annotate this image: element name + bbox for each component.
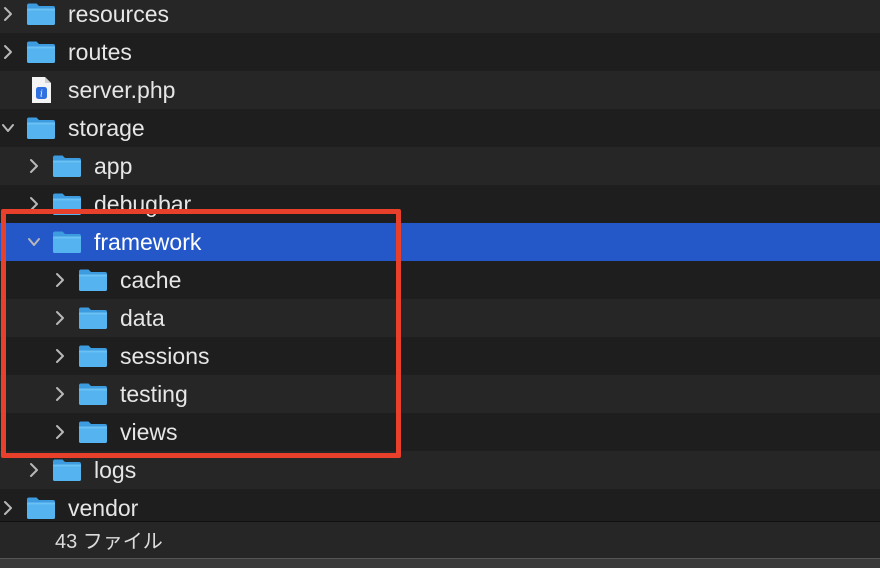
- tree-row-storage[interactable]: storage: [0, 109, 880, 147]
- tree-item-label: data: [120, 305, 165, 331]
- chevron-right-icon[interactable]: [0, 0, 16, 33]
- tree-item-label: routes: [68, 39, 132, 65]
- finder-window: resources routes i server.php storage app debu…: [0, 0, 880, 568]
- tree-item-label: server.php: [68, 77, 176, 103]
- chevron-right-icon[interactable]: [26, 451, 42, 489]
- tree-row-debugbar[interactable]: debugbar: [0, 185, 880, 223]
- tree-row-routes[interactable]: routes: [0, 33, 880, 71]
- folder-icon: [78, 375, 108, 413]
- folder-icon: [26, 109, 56, 147]
- tree-item-label: views: [120, 419, 178, 445]
- file-count-label: 43 ファイル: [55, 531, 163, 553]
- tree-row-views[interactable]: views: [0, 413, 880, 451]
- chevron-right-icon[interactable]: [0, 33, 16, 71]
- folder-icon: [52, 223, 82, 261]
- chevron-right-icon[interactable]: [52, 413, 68, 451]
- chevron-down-icon[interactable]: [26, 223, 42, 261]
- tree-item-label: storage: [68, 115, 145, 141]
- tree-row-cache[interactable]: cache: [0, 261, 880, 299]
- tree-item-label: testing: [120, 381, 188, 407]
- tree-row-framework[interactable]: framework: [0, 223, 880, 261]
- tree-row-server-php[interactable]: i server.php: [0, 71, 880, 109]
- chevron-right-icon[interactable]: [26, 185, 42, 223]
- chevron-right-icon[interactable]: [52, 337, 68, 375]
- folder-icon: [52, 147, 82, 185]
- tree-item-label: app: [94, 153, 133, 179]
- tree-row-resources[interactable]: resources: [0, 0, 880, 33]
- chevron-right-icon[interactable]: [52, 299, 68, 337]
- folder-icon: [78, 261, 108, 299]
- folder-icon: [78, 299, 108, 337]
- window-bottom-edge: [0, 558, 880, 568]
- tree-item-label: framework: [94, 229, 202, 255]
- chevron-right-icon[interactable]: [52, 261, 68, 299]
- tree-row-testing[interactable]: testing: [0, 375, 880, 413]
- folder-icon: [78, 337, 108, 375]
- file-tree: resources routes i server.php storage app debu…: [0, 0, 880, 527]
- tree-item-label: resources: [68, 1, 169, 27]
- chevron-right-icon[interactable]: [26, 147, 42, 185]
- tree-item-label: debugbar: [94, 191, 192, 217]
- tree-row-logs[interactable]: logs: [0, 451, 880, 489]
- php-file-icon: i: [26, 71, 56, 109]
- tree-item-label: logs: [94, 457, 137, 483]
- tree-row-sessions[interactable]: sessions: [0, 337, 880, 375]
- folder-icon: [78, 413, 108, 451]
- tree-row-app[interactable]: app: [0, 147, 880, 185]
- folder-icon: [52, 185, 82, 223]
- chevron-down-icon[interactable]: [0, 109, 16, 147]
- tree-item-label: sessions: [120, 343, 210, 369]
- folder-icon: [26, 0, 56, 33]
- tree-item-label: cache: [120, 267, 182, 293]
- chevron-right-icon[interactable]: [52, 375, 68, 413]
- folder-icon: [26, 33, 56, 71]
- tree-row-data[interactable]: data: [0, 299, 880, 337]
- svg-text:i: i: [40, 90, 43, 100]
- folder-icon: [52, 451, 82, 489]
